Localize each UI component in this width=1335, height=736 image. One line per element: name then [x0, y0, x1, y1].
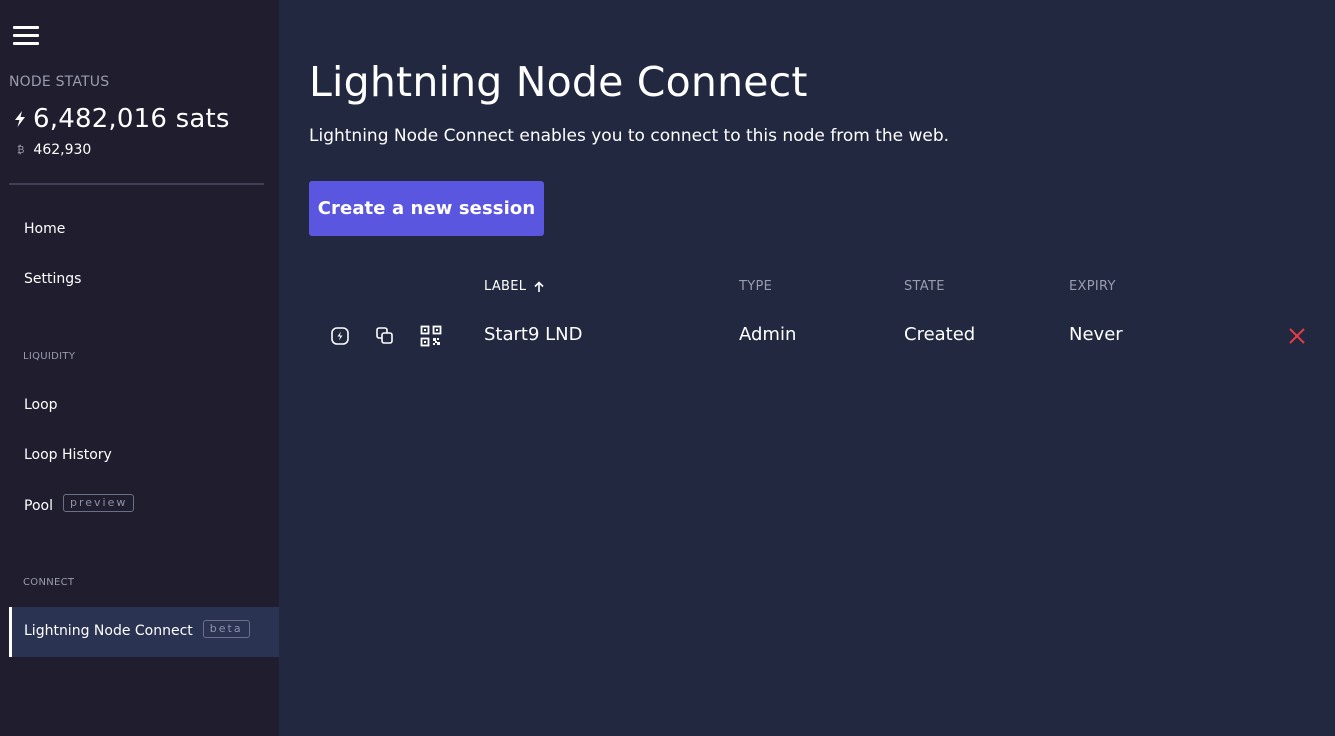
page-title: Lightning Node Connect — [309, 58, 808, 106]
sidebar-item-settings[interactable]: Settings — [24, 271, 81, 287]
cell-type: Admin — [739, 324, 797, 345]
bolt-icon — [15, 111, 25, 127]
section-label-liquidity: LIQUIDITY — [23, 351, 76, 362]
sidebar-item-label: Loop History — [24, 447, 112, 463]
sidebar: NODE STATUS 6,482,016 sats ₿ 462,930 Hom… — [0, 0, 279, 736]
sidebar-item-loop[interactable]: Loop — [24, 397, 58, 413]
sidebar-item-label: Lightning Node Connect — [24, 623, 193, 639]
balance-sats: 6,482,016 sats — [14, 104, 230, 134]
qr-code-icon[interactable] — [420, 325, 442, 347]
column-header-state[interactable]: STATE — [904, 279, 945, 294]
open-terminal-icon[interactable] — [329, 325, 351, 347]
preview-badge: preview — [62, 494, 135, 512]
create-session-button[interactable]: Create a new session — [309, 181, 544, 236]
sidebar-item-label: Settings — [24, 271, 82, 287]
bitcoin-icon: ₿ — [17, 144, 25, 156]
node-status-label: NODE STATUS — [9, 74, 110, 90]
sidebar-item-label: Pool — [24, 498, 53, 514]
menu-icon[interactable] — [13, 24, 39, 46]
column-header-label-text: LABEL — [484, 279, 527, 294]
close-icon[interactable] — [1287, 326, 1307, 346]
page-description: Lightning Node Connect enables you to co… — [309, 126, 950, 146]
sidebar-item-home[interactable]: Home — [24, 221, 65, 237]
sidebar-item-lnc[interactable]: Lightning Node Connect beta — [24, 618, 250, 639]
divider — [9, 183, 264, 185]
column-header-type[interactable]: TYPE — [739, 279, 772, 294]
balance-alt: ₿ 462,930 — [17, 142, 91, 158]
cell-expiry: Never — [1069, 324, 1123, 345]
cell-label: Start9 LND — [484, 324, 583, 345]
balance-sats-value: 6,482,016 sats — [33, 104, 230, 134]
beta-badge: beta — [202, 619, 250, 638]
cell-state: Created — [904, 324, 976, 345]
sort-ascending-icon — [534, 280, 544, 292]
balance-alt-value: 462,930 — [33, 142, 92, 158]
column-header-label[interactable]: LABEL — [484, 279, 545, 294]
sidebar-item-pool[interactable]: Pool preview — [24, 492, 135, 514]
column-header-expiry[interactable]: EXPIRY — [1069, 279, 1116, 294]
section-label-connect: CONNECT — [23, 577, 75, 588]
sidebar-item-loop-history[interactable]: Loop History — [24, 447, 112, 463]
copy-icon[interactable] — [374, 325, 396, 347]
sidebar-item-label: Home — [24, 221, 66, 237]
sidebar-item-label: Loop — [24, 397, 58, 413]
